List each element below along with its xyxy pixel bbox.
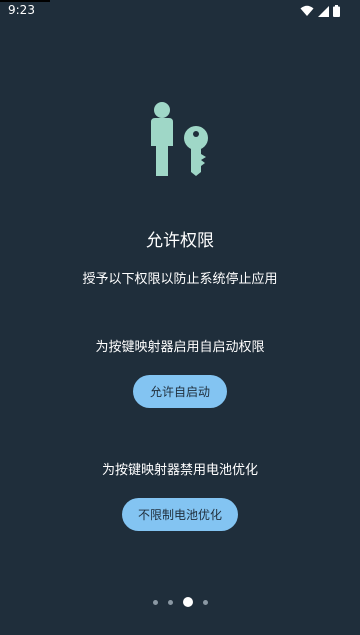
page-dot-4[interactable]	[202, 599, 208, 605]
page-indicator	[0, 596, 360, 608]
page-dot-1[interactable]	[152, 599, 158, 605]
page-dot-3-active[interactable]	[182, 597, 193, 607]
wifi-icon	[300, 5, 314, 17]
battery-icon	[333, 5, 340, 17]
page-subtitle: 授予以下权限以防止系统停止应用	[82, 272, 278, 287]
page-dot-2[interactable]	[167, 599, 173, 605]
status-bar: 9:23	[0, 0, 360, 22]
disable-battery-optimization-button[interactable]: 不限制电池优化	[122, 498, 238, 531]
hero-illustration	[140, 100, 220, 180]
status-icons	[300, 4, 340, 18]
autostart-description: 为按键映射器启用自启动权限	[95, 340, 265, 355]
corner-mark	[0, 0, 50, 2]
signal-icon	[318, 5, 329, 17]
page-title: 允许权限	[146, 231, 214, 251]
allow-autostart-button[interactable]: 允许自启动	[133, 375, 227, 408]
battery-optimization-description: 为按键映射器禁用电池优化	[101, 463, 258, 478]
status-time: 9:23	[8, 3, 35, 17]
person-with-key-icon	[151, 102, 208, 176]
